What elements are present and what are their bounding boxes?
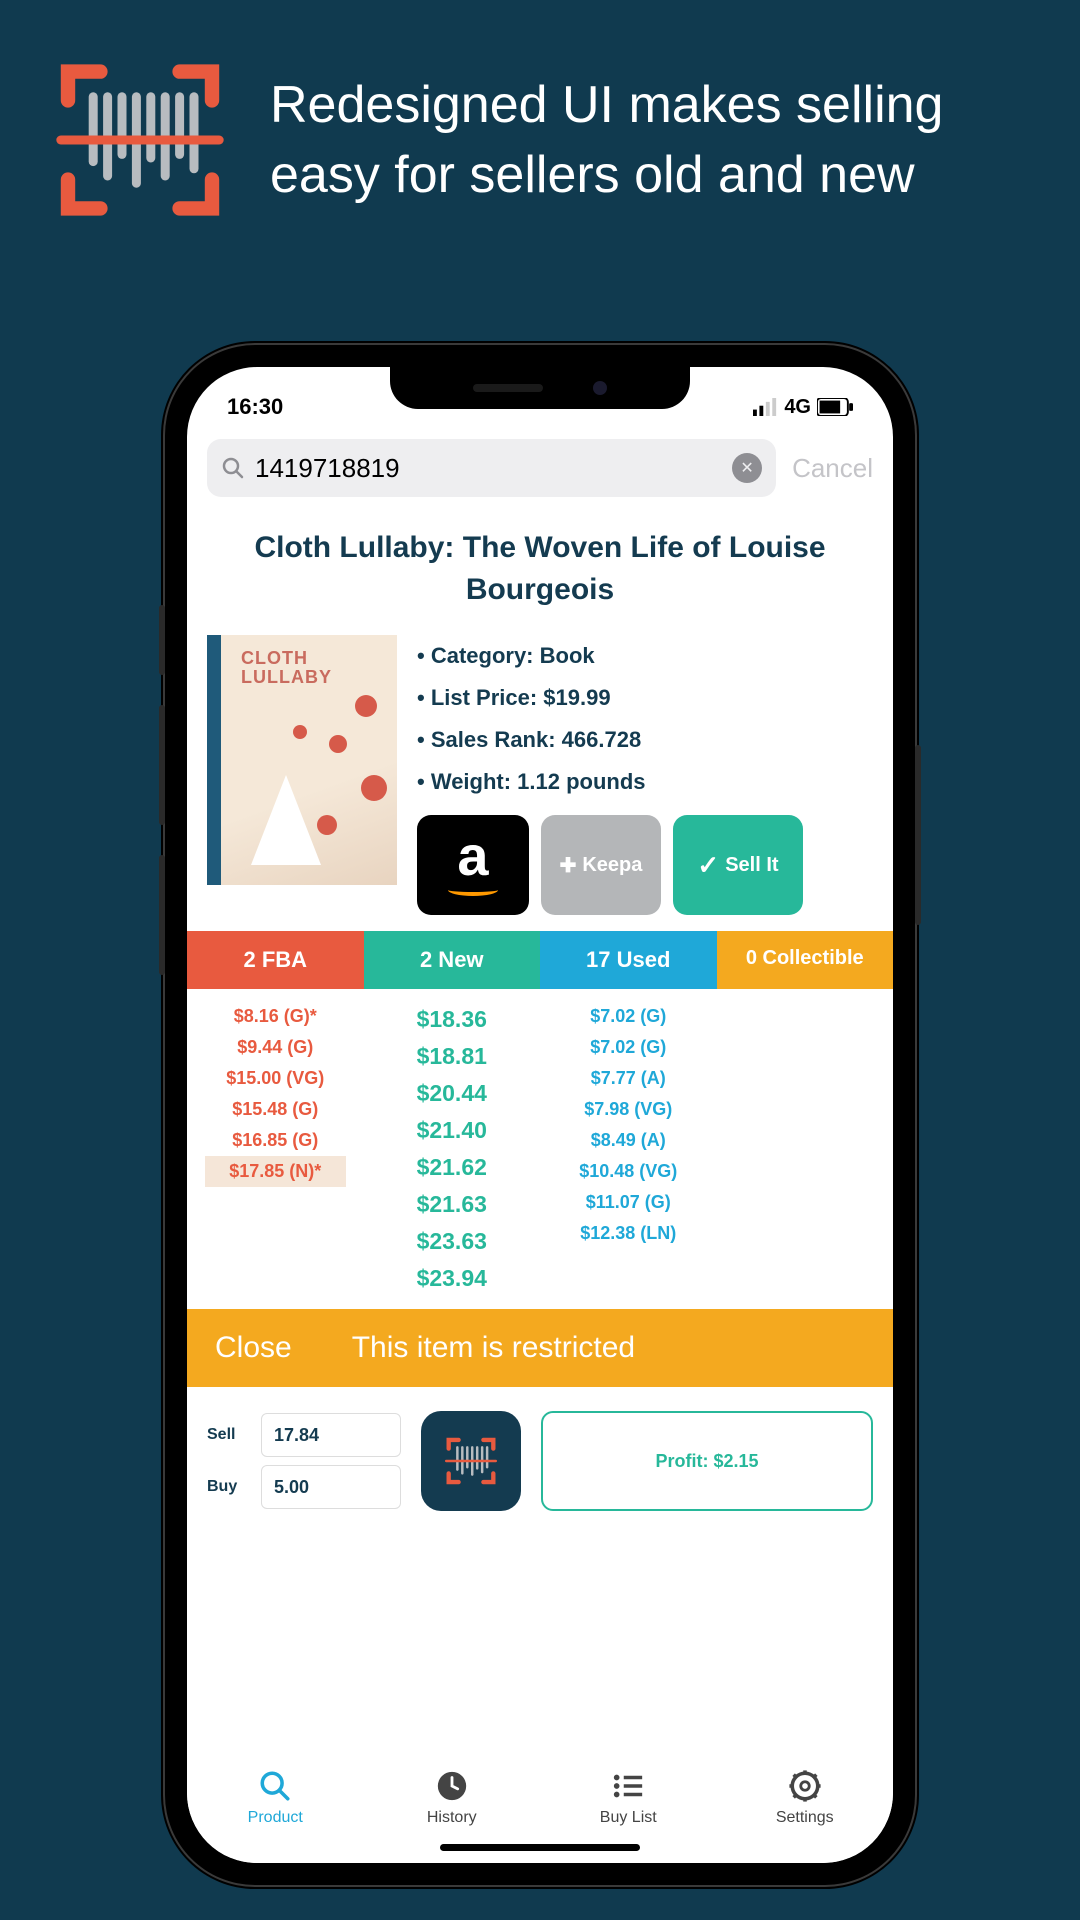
gear-icon [788, 1769, 822, 1803]
tab-product[interactable]: Product [187, 1753, 364, 1843]
restriction-message: This item is restricted [352, 1331, 635, 1365]
tab-history[interactable]: History [364, 1753, 541, 1843]
search-icon [221, 456, 245, 480]
price-cell: $17.85 (N)* [205, 1156, 346, 1187]
scan-button[interactable] [421, 1411, 521, 1511]
cancel-link[interactable]: Cancel [792, 453, 873, 484]
price-cell: $21.40 [364, 1112, 541, 1149]
sell-input[interactable] [261, 1413, 401, 1457]
close-button[interactable]: Close [215, 1331, 292, 1365]
detail-category: Category: Book [417, 635, 873, 677]
price-cell: $15.00 (VG) [187, 1063, 364, 1094]
check-icon: ✓ [697, 850, 719, 881]
buy-input[interactable] [261, 1465, 401, 1509]
sellit-label: Sell It [725, 854, 778, 877]
price-cell: $18.36 [364, 1001, 541, 1038]
search-icon [258, 1769, 292, 1803]
hero-headline: Redesigned UI makes selling easy for sel… [270, 70, 1030, 210]
sell-label: Sell [207, 1426, 247, 1444]
search-field[interactable]: ✕ [207, 439, 776, 497]
price-cell: $10.48 (VG) [540, 1156, 717, 1187]
tab-collectible[interactable]: 0 Collectible [717, 931, 894, 989]
clear-search-button[interactable]: ✕ [732, 453, 762, 483]
status-time: 16:30 [227, 394, 283, 420]
price-cell: $7.02 (G) [540, 1001, 717, 1032]
price-cell: $9.44 (G) [187, 1032, 364, 1063]
home-indicator[interactable] [440, 1844, 640, 1851]
price-cell: $8.49 (A) [540, 1125, 717, 1156]
tab-fba[interactable]: 2 FBA [187, 931, 364, 989]
price-cell: $23.63 [364, 1223, 541, 1260]
signal-icon [753, 398, 779, 416]
price-cell: $8.16 (G)* [187, 1001, 364, 1032]
tab-buylist[interactable]: Buy List [540, 1753, 717, 1843]
restriction-banner: Close This item is restricted [187, 1309, 893, 1387]
price-cell: $7.02 (G) [540, 1032, 717, 1063]
list-icon [611, 1769, 645, 1803]
keepa-label: Keepa [582, 854, 642, 877]
detail-sales-rank: Sales Rank: 466.728 [417, 719, 873, 761]
price-cell: $20.44 [364, 1075, 541, 1112]
product-cover-image: CLOTHLULLABY [207, 635, 397, 885]
amazon-button[interactable]: a [417, 815, 529, 915]
detail-weight: Weight: 1.12 pounds [417, 761, 873, 803]
status-network: 4G [784, 396, 811, 419]
detail-list-price: List Price: $19.99 [417, 677, 873, 719]
price-cell: $7.98 (VG) [540, 1094, 717, 1125]
price-cell: $23.94 [364, 1260, 541, 1297]
profit-display: Profit: $2.15 [541, 1411, 873, 1511]
product-title: Cloth Lullaby: The Woven Life of Louise … [187, 509, 893, 621]
keepa-button[interactable]: ✚ Keepa [541, 815, 661, 915]
price-cell: $12.38 (LN) [540, 1218, 717, 1249]
price-cell: $21.62 [364, 1149, 541, 1186]
tab-settings[interactable]: Settings [717, 1753, 894, 1843]
price-cell: $7.77 (A) [540, 1063, 717, 1094]
tab-used[interactable]: 17 Used [540, 931, 717, 989]
price-cell: $18.81 [364, 1038, 541, 1075]
price-cell: $21.63 [364, 1186, 541, 1223]
price-cell: $11.07 (G) [540, 1187, 717, 1218]
app-logo-icon [50, 50, 230, 230]
price-grid: $8.16 (G)*$9.44 (G)$15.00 (VG)$15.48 (G)… [187, 989, 893, 1309]
clock-icon [435, 1769, 469, 1803]
buy-label: Buy [207, 1478, 247, 1496]
phone-frame: 16:30 4G ✕ Cancel Cloth Lullaby: The Wov… [165, 345, 915, 1885]
sell-it-button[interactable]: ✓ Sell It [673, 815, 803, 915]
tab-new[interactable]: 2 New [364, 931, 541, 989]
search-input[interactable] [255, 453, 722, 484]
price-cell: $15.48 (G) [187, 1094, 364, 1125]
price-cell: $16.85 (G) [187, 1125, 364, 1156]
battery-icon [817, 398, 853, 416]
